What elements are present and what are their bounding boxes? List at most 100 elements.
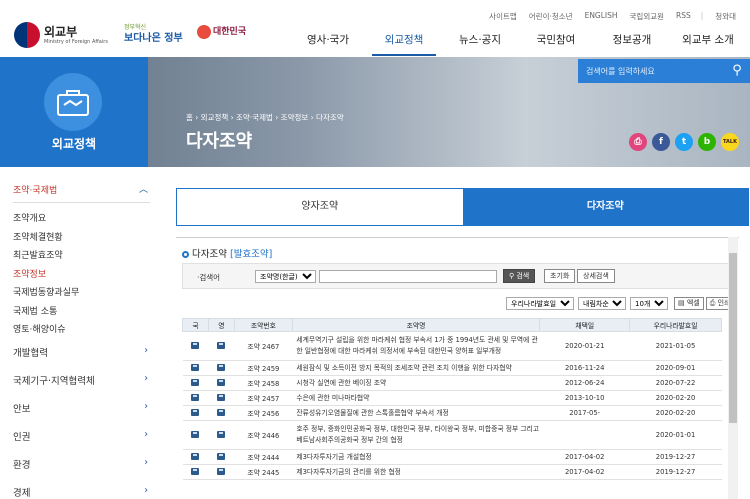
twitter-icon[interactable]: t bbox=[675, 133, 693, 151]
sidebar-item-recent[interactable]: 최근발효조약 bbox=[13, 248, 79, 267]
save-disk-icon[interactable] bbox=[217, 452, 226, 460]
adopt-date bbox=[539, 420, 630, 450]
table-row: 조약 2445 제3다자투자기금의 관리를 위한 협정 2017-04-02 2… bbox=[182, 464, 722, 480]
effective-date: 2020-02-20 bbox=[629, 405, 722, 421]
excel-button[interactable]: ▤ 엑셀 bbox=[674, 297, 704, 310]
sidebar-item-territory[interactable]: 영토·해양이슈 bbox=[13, 322, 79, 341]
save-disk-icon[interactable] bbox=[191, 393, 200, 401]
panel-title-text: 다자조약 bbox=[192, 249, 227, 260]
print-icon[interactable]: ⎙ bbox=[629, 133, 647, 151]
util-rss[interactable]: RSS bbox=[676, 11, 691, 22]
save-disk-icon[interactable] bbox=[217, 467, 226, 475]
site-search-input[interactable] bbox=[586, 66, 716, 76]
gnb-participation[interactable]: 국민참여 bbox=[518, 32, 594, 56]
save-disk-icon[interactable] bbox=[217, 363, 226, 371]
chevron-right-icon: › bbox=[144, 401, 148, 412]
treaty-name[interactable]: 호주 정부, 중화인민공화국 정부, 대한민국 정부, 타이왕국 정부, 미합중… bbox=[292, 420, 540, 450]
gnb-consular[interactable]: 영사·국가 bbox=[290, 32, 366, 56]
utility-nav: 사이트맵 어린이·청소년 ENGLISH 국립외교원 RSS | 청와대 bbox=[477, 11, 736, 22]
site-search: ⚲ bbox=[578, 59, 750, 83]
search-form: ·검색어 조약명(한글) ⚲ 검색 초기화 상세검색 bbox=[182, 263, 736, 289]
gov-innovation-logo[interactable]: 정부혁신 보다나은 정부 bbox=[124, 22, 183, 44]
panel-scrollbar[interactable] bbox=[728, 237, 738, 499]
sidebar-item-treaty-info[interactable]: 조약정보 bbox=[13, 267, 79, 286]
col-name: 조약명 bbox=[291, 318, 541, 332]
scrollbar-thumb[interactable] bbox=[729, 253, 737, 423]
util-english[interactable]: ENGLISH bbox=[585, 11, 618, 22]
sidebar-item-overview[interactable]: 조약개요 bbox=[13, 211, 79, 230]
search-label: ·검색어 bbox=[197, 273, 221, 282]
treaty-number: 조약 2457 bbox=[234, 390, 293, 406]
adopt-date: 2017-05- bbox=[539, 405, 630, 421]
save-disk-icon[interactable] bbox=[191, 378, 200, 386]
sidebar-item-status[interactable]: 조약체결현황 bbox=[13, 230, 79, 249]
treaty-name[interactable]: 시청각 실연에 관한 베이징 조약 bbox=[292, 375, 540, 391]
sidebar-section-treaty[interactable]: 조약·국제법 ︿ bbox=[13, 183, 150, 203]
detail-search-button[interactable]: 상세검색 bbox=[577, 269, 615, 283]
search-field-select[interactable]: 조약명(한글) bbox=[255, 270, 316, 283]
save-disk-icon[interactable] bbox=[191, 341, 200, 349]
chevron-right-icon: › bbox=[144, 485, 148, 496]
treaty-name[interactable]: 제3다자투자기금의 관리를 위한 협정 bbox=[292, 464, 540, 480]
daehan-logo[interactable]: 대한민국 bbox=[197, 24, 246, 39]
effective-date: 2019-12-27 bbox=[629, 464, 722, 480]
save-disk-icon[interactable] bbox=[217, 430, 226, 438]
util-kids[interactable]: 어린이·청소년 bbox=[529, 11, 573, 22]
search-button[interactable]: ⚲ 검색 bbox=[503, 269, 536, 283]
panel-effective-link[interactable]: [발효조약] bbox=[230, 249, 272, 260]
site-header: 외교부 Ministry of Foreign Affairs 정부혁신 보다나… bbox=[0, 0, 750, 57]
treaty-name[interactable]: 제3다자투자기금 개설협정 bbox=[292, 449, 540, 465]
sidebar-item-human-rights[interactable]: 인권 › bbox=[13, 429, 150, 443]
breadcrumb: 홈 › 외교정책 › 조약·국제법 › 조약정보 › 다자조약 bbox=[186, 113, 344, 122]
sort-order-select[interactable]: 내림차순 bbox=[578, 297, 626, 310]
effective-date: 2019-12-27 bbox=[629, 449, 722, 465]
daehan-text: 대한민국 bbox=[213, 27, 247, 37]
list-options: 우리나라발효일 내림차순 10개 ▤ 엑셀 ⎙ 인쇄 bbox=[506, 297, 735, 310]
tab-bilateral[interactable]: 양자조약 bbox=[177, 189, 463, 225]
sidebar-item-intl-law[interactable]: 국제법동향과실무 bbox=[13, 285, 79, 304]
search-icon[interactable]: ⚲ bbox=[728, 62, 746, 80]
treaty-name[interactable]: 세원잠식 및 소득이전 방지 목적의 조세조약 관련 조치 이행을 위한 다자협… bbox=[292, 360, 540, 376]
effective-date: 2020-09-01 bbox=[629, 360, 722, 376]
col-english: 영 bbox=[207, 318, 235, 332]
util-bluehouse[interactable]: 청와대 bbox=[715, 11, 736, 22]
sidebar-item-intl-org[interactable]: 국제기구·지역협력체 › bbox=[13, 373, 150, 387]
page-title: 다자조약 bbox=[186, 131, 253, 152]
facebook-icon[interactable]: f bbox=[652, 133, 670, 151]
gnb-news[interactable]: 뉴스·공지 bbox=[442, 32, 518, 56]
save-disk-icon[interactable] bbox=[191, 430, 200, 438]
save-disk-icon[interactable] bbox=[191, 408, 200, 416]
save-disk-icon[interactable] bbox=[217, 341, 226, 349]
tab-multilateral[interactable]: 다자조약 bbox=[462, 189, 748, 225]
save-disk-icon[interactable] bbox=[191, 363, 200, 371]
sidebar-item-development[interactable]: 개발협력 › bbox=[13, 345, 150, 359]
gnb-about[interactable]: 외교부 소개 bbox=[670, 32, 746, 56]
reset-button[interactable]: 초기화 bbox=[544, 269, 576, 283]
util-knda[interactable]: 국립외교원 bbox=[630, 11, 665, 22]
save-disk-icon[interactable] bbox=[191, 467, 200, 475]
sort-field-select[interactable]: 우리나라발효일 bbox=[506, 297, 574, 310]
sidebar-item-environment[interactable]: 환경 › bbox=[13, 457, 150, 471]
sidebar-item-economy[interactable]: 경제 › bbox=[13, 485, 150, 499]
sidebar-item-security[interactable]: 안보 › bbox=[13, 401, 150, 415]
kakaotalk-icon[interactable]: TALK bbox=[721, 133, 739, 151]
gnb-disclosure[interactable]: 정보공개 bbox=[594, 32, 670, 56]
save-disk-icon[interactable] bbox=[217, 393, 226, 401]
sidebar-item-law-comm[interactable]: 국제법 소통 bbox=[13, 304, 79, 323]
adopt-date: 2013-10-10 bbox=[539, 390, 630, 406]
save-disk-icon[interactable] bbox=[217, 408, 226, 416]
table-row: 조약 2467 세계무역기구 설립을 위한 마라케쉬 협정 부속서 1가 중 1… bbox=[182, 331, 722, 361]
save-disk-icon[interactable] bbox=[191, 452, 200, 460]
page-size-select[interactable]: 10개 bbox=[630, 297, 668, 310]
mofa-logo[interactable]: 외교부 Ministry of Foreign Affairs bbox=[14, 22, 108, 48]
sidebar: 조약·국제법 ︿ 조약개요 조약체결현황 최근발효조약 조약정보 국제법동향과실… bbox=[0, 167, 160, 499]
gnb-foreign-policy[interactable]: 외교정책 bbox=[366, 32, 442, 56]
search-keyword-input[interactable] bbox=[319, 270, 497, 283]
util-sitemap[interactable]: 사이트맵 bbox=[489, 11, 517, 22]
treaty-name[interactable]: 잔류성유기오염물질에 관한 스톡홀름협약 부속서 개정 bbox=[292, 405, 540, 421]
save-disk-icon[interactable] bbox=[217, 378, 226, 386]
chevron-up-icon: ︿ bbox=[138, 185, 148, 195]
blog-icon[interactable]: b bbox=[698, 133, 716, 151]
treaty-name[interactable]: 수은에 관한 미나마타협약 bbox=[292, 390, 540, 406]
treaty-name[interactable]: 세계무역기구 설립을 위한 마라케쉬 협정 부속서 1가 중 1994년도 관세… bbox=[292, 331, 540, 361]
